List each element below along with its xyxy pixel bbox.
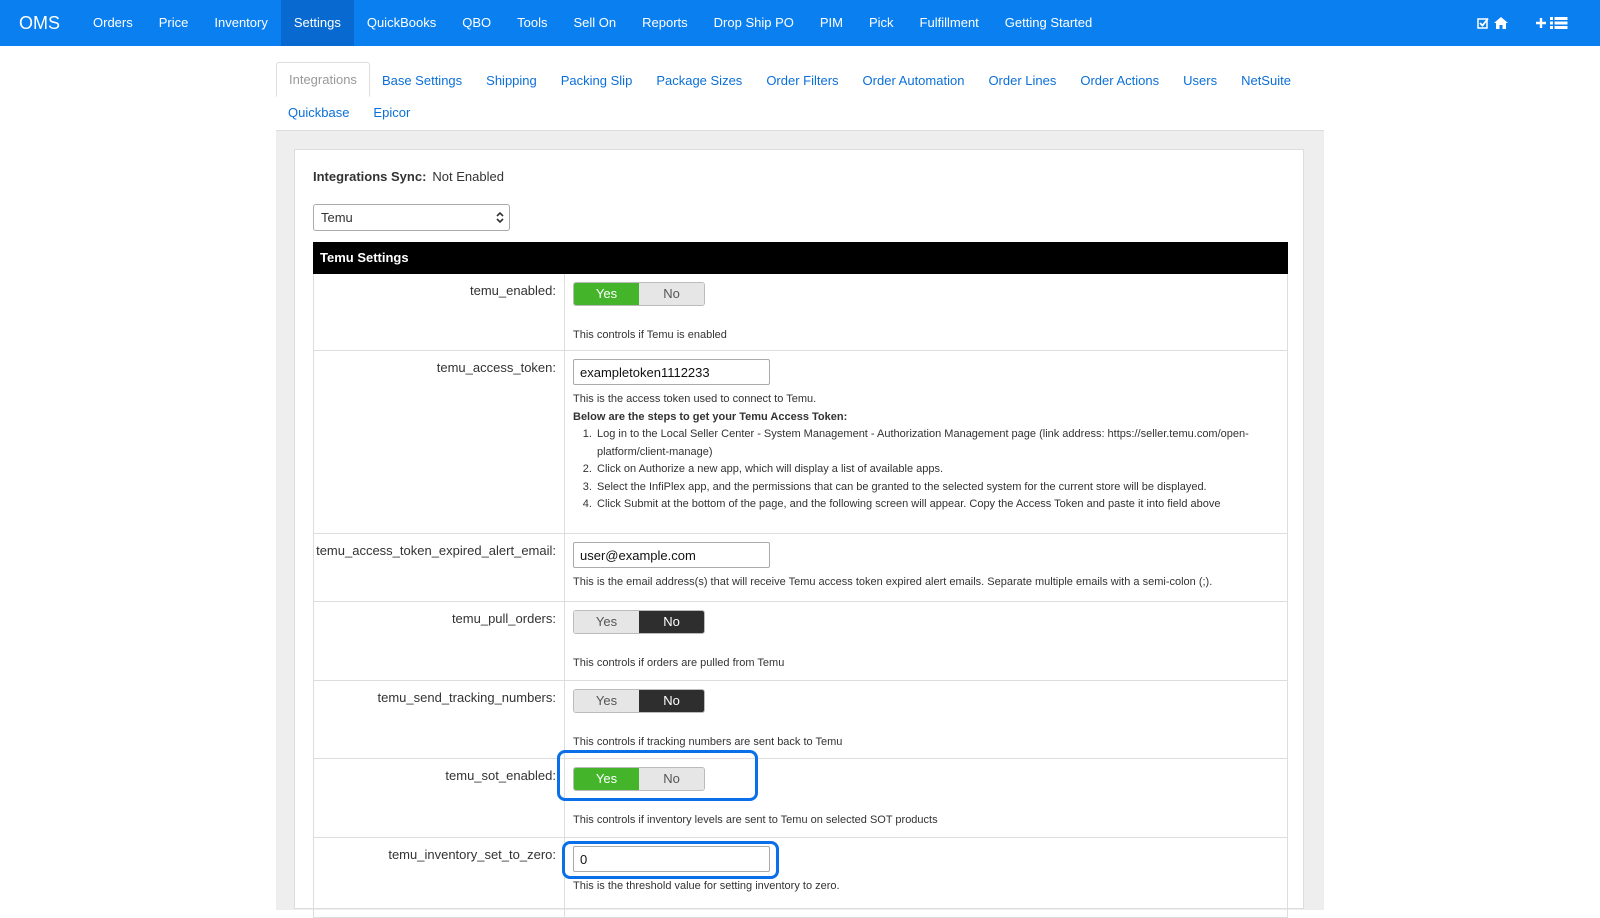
help-text: This controls if tracking numbers are se… [573,736,843,748]
tab-row-2: Quickbase Epicor [276,97,1326,129]
tab-quickbase[interactable]: Quickbase [276,96,361,129]
toggle-yes[interactable]: Yes [574,690,639,712]
add-list-button[interactable] [1535,16,1568,30]
step-item: Select the InfiPlex app, and the permiss… [595,479,1279,497]
nav-quickbooks[interactable]: QuickBooks [354,0,449,46]
nav-sell-on[interactable]: Sell On [560,0,629,46]
help-text: This controls if Temu is enabled [573,329,727,341]
nav-tools[interactable]: Tools [504,0,560,46]
setting-row-send-tracking: temu_send_tracking_numbers: Yes No This … [313,681,1288,759]
home-icon [1494,17,1508,29]
setting-value-cell: This is the access token used to connect… [565,351,1287,533]
temu-enabled-toggle: Yes No [573,282,705,306]
sync-label: Integrations Sync: [313,169,427,184]
settings-tabs: Integrations Base Settings Shipping Pack… [276,62,1326,129]
nav-drop-ship-po[interactable]: Drop Ship PO [701,0,807,46]
setting-row-pull-orders: temu_pull_orders: Yes No This controls i… [313,602,1288,681]
section-header: Temu Settings [313,242,1288,274]
steps-list: Log in to the Local Seller Center - Syst… [595,426,1279,514]
highlight-box [562,841,779,879]
setting-value-cell: Yes No This controls if Temu is enabled [565,274,1287,350]
pull-orders-toggle: Yes No [573,610,705,634]
toggle-no[interactable]: No [639,283,704,305]
check-square-icon [1477,17,1489,29]
setting-row-inventory-zero: temu_inventory_set_to_zero: This is the … [313,838,1288,918]
tab-order-filters[interactable]: Order Filters [754,64,850,97]
help-text: This is the access token used to connect… [573,393,817,405]
tab-packing-slip[interactable]: Packing Slip [549,64,645,97]
setting-label: temu_access_token_expired_alert_email: [314,534,565,601]
nav-fulfillment[interactable]: Fulfillment [907,0,992,46]
setting-label: temu_pull_orders: [314,602,565,680]
list-icon [1550,17,1568,29]
toggle-no[interactable]: No [639,690,704,712]
setting-value-cell: This is the email address(s) that will r… [565,534,1287,601]
nav-getting-started[interactable]: Getting Started [992,0,1105,46]
toggle-yes[interactable]: Yes [574,283,639,305]
help-text: This is the threshold value for setting … [573,880,840,892]
tab-row-1: Integrations Base Settings Shipping Pack… [276,62,1326,97]
steps-title: Below are the steps to get your Temu Acc… [573,410,848,423]
integrations-sync-status: Integrations Sync: Not Enabled [313,169,504,184]
setting-label: temu_access_token: [314,351,565,533]
integration-select[interactable]: Temu [313,204,510,231]
setting-label: temu_inventory_set_to_zero: [314,838,565,917]
access-token-help: This is the access token used to connect… [573,391,1279,514]
nav-orders[interactable]: Orders [80,0,146,46]
setting-label: temu_enabled: [314,274,565,350]
alert-email-input[interactable] [573,542,770,568]
toggle-no[interactable]: No [639,611,704,633]
help-text: This controls if inventory levels are se… [573,814,938,826]
access-token-input[interactable] [573,359,770,385]
tab-order-automation[interactable]: Order Automation [851,64,977,97]
setting-row-enabled: temu_enabled: Yes No This controls if Te… [313,274,1288,351]
nav-settings[interactable]: Settings [280,0,354,46]
step-item: Click Submit at the bottom of the page, … [595,496,1279,514]
nav-pim[interactable]: PIM [807,0,856,46]
settings-panel: Integrations Sync: Not Enabled Temu Temu … [276,130,1324,918]
step-item: Click on Authorize a new app, which will… [595,461,1279,479]
tab-integrations[interactable]: Integrations [276,62,370,97]
select-arrows-icon [496,211,504,224]
nav-right-tools [1477,0,1568,46]
plus-icon [1536,18,1546,28]
tab-users[interactable]: Users [1171,64,1229,97]
setting-row-sot-enabled: temu_sot_enabled: Yes No This controls i… [313,750,1288,838]
setting-value-cell: Yes No This controls if tracking numbers… [565,681,1287,758]
send-tracking-toggle: Yes No [573,689,705,713]
help-text: This is the email address(s) that will r… [573,576,1213,588]
tab-epicor[interactable]: Epicor [361,96,422,129]
tab-netsuite[interactable]: NetSuite [1229,64,1303,97]
tasks-home-button[interactable] [1477,16,1509,30]
sync-value: Not Enabled [432,169,504,184]
tab-package-sizes[interactable]: Package Sizes [644,64,754,97]
nav-qbo[interactable]: QBO [449,0,504,46]
tab-base-settings[interactable]: Base Settings [370,64,474,97]
setting-value-cell: This is the threshold value for setting … [562,838,1287,917]
integrations-card: Integrations Sync: Not Enabled Temu Temu … [294,149,1304,918]
integration-select-value: Temu [321,210,353,225]
tab-order-lines[interactable]: Order Lines [976,64,1068,97]
tab-shipping[interactable]: Shipping [474,64,549,97]
setting-value-cell: Yes No This controls if inventory levels… [557,750,1287,837]
toggle-yes[interactable]: Yes [574,611,639,633]
step-item: Log in to the Local Seller Center - Syst… [595,426,1279,461]
nav-reports[interactable]: Reports [629,0,701,46]
help-text: This controls if orders are pulled from … [573,657,785,669]
setting-row-access-token: temu_access_token: This is the access to… [313,351,1288,534]
tab-order-actions[interactable]: Order Actions [1068,64,1171,97]
nav-price[interactable]: Price [146,0,202,46]
highlight-box [557,750,758,801]
brand-logo[interactable]: OMS [0,0,80,46]
top-navbar: OMS Orders Price Inventory Settings Quic… [0,0,1600,46]
setting-value-cell: Yes No This controls if orders are pulle… [565,602,1287,680]
setting-row-alert-email: temu_access_token_expired_alert_email: T… [313,534,1288,602]
setting-label: temu_send_tracking_numbers: [314,681,565,758]
nav-pick[interactable]: Pick [856,0,907,46]
temu-settings-table: Temu Settings temu_enabled: Yes No This … [313,242,1288,918]
nav-inventory[interactable]: Inventory [201,0,280,46]
setting-label: temu_sot_enabled: [314,759,565,837]
